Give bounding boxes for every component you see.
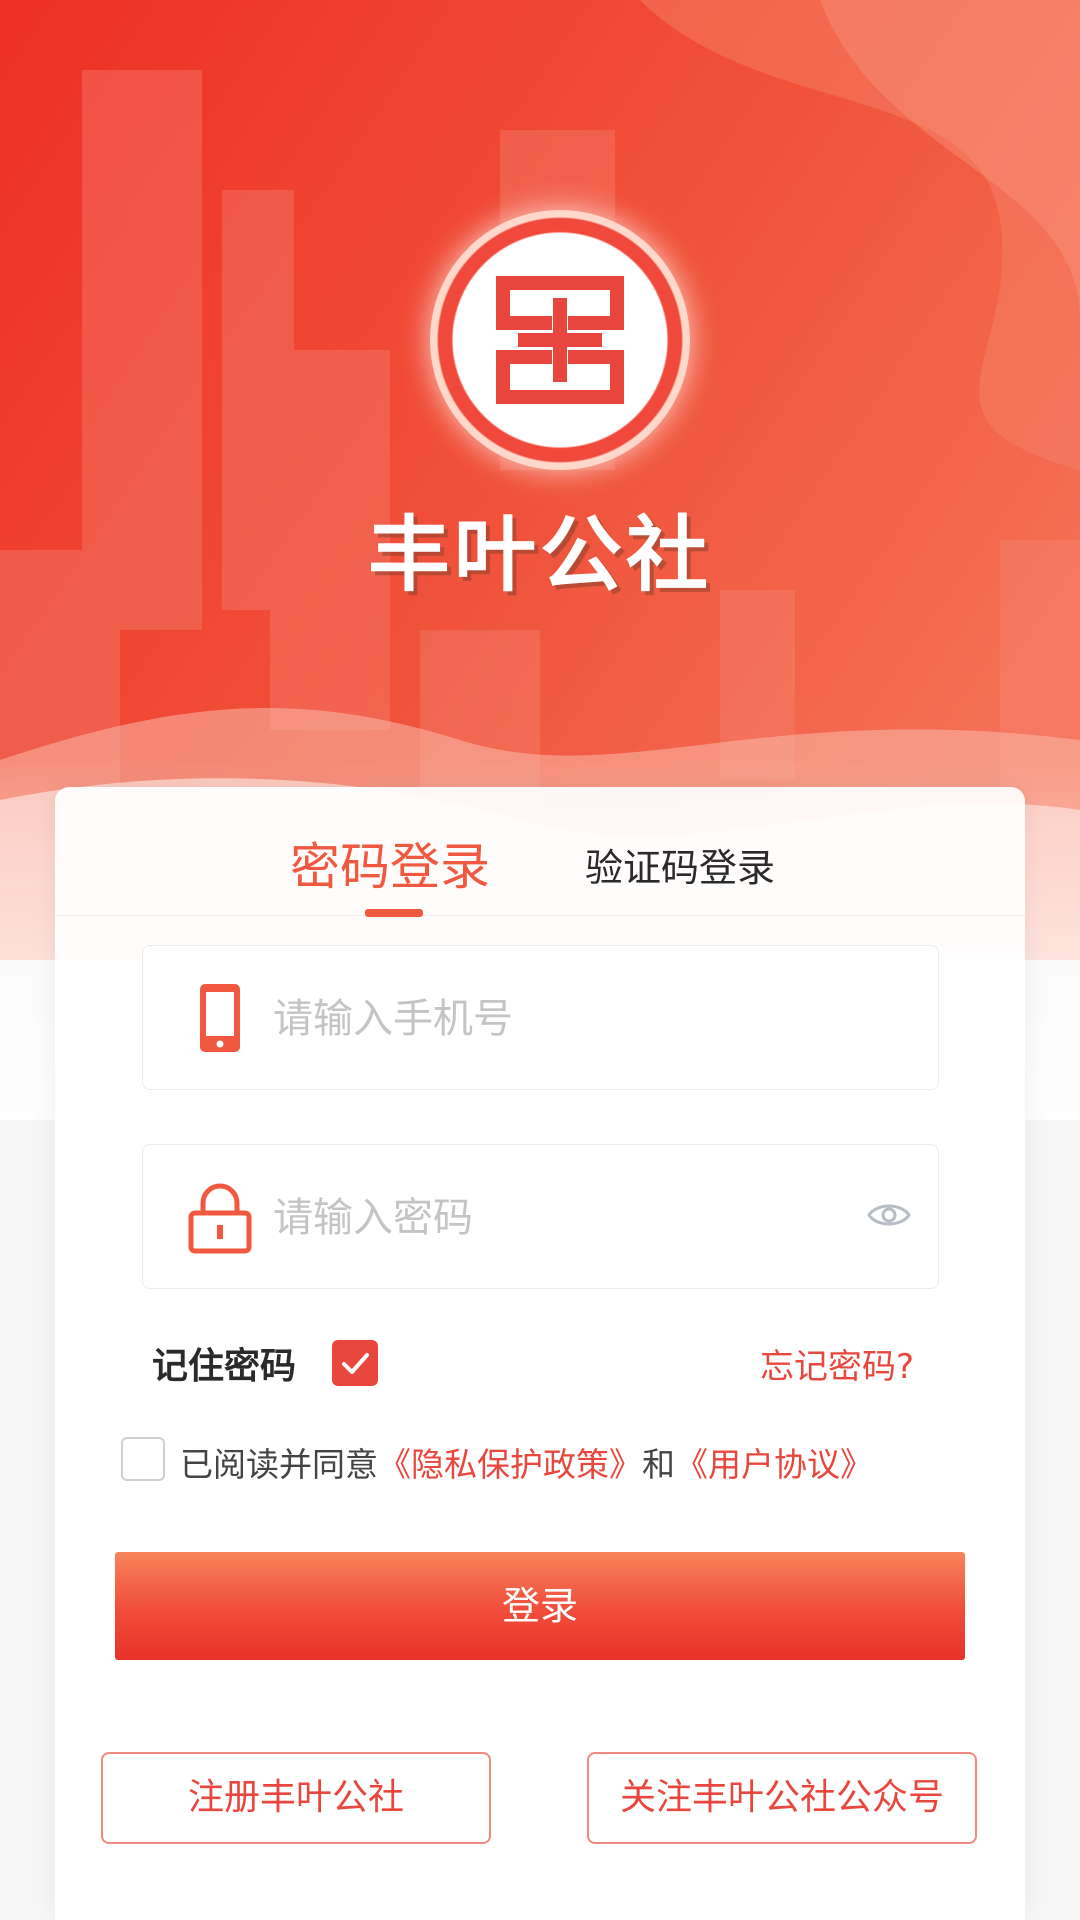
forgot-password-link[interactable]: 忘记密码? <box>760 1339 914 1388</box>
user-agreement-link[interactable]: 《用户协议》 <box>675 1445 873 1484</box>
privacy-policy-link[interactable]: 《隐私保护政策》 <box>378 1445 642 1484</box>
remember-password-checkbox[interactable] <box>332 1340 378 1386</box>
agreement-prefix: 已阅读并同意 <box>180 1445 378 1484</box>
mobile-phone-icon <box>200 984 240 1052</box>
agreement-text: 已阅读并同意《隐私保护政策》和《用户协议》 <box>180 1438 873 1486</box>
password-input[interactable] <box>271 1185 835 1251</box>
password-field <box>142 1144 939 1289</box>
bank-logo-icon <box>496 276 624 404</box>
follow-official-account-button[interactable]: 关注丰叶公社公众号 <box>587 1752 977 1844</box>
agreement-checkbox[interactable] <box>121 1437 165 1481</box>
agreement-conjunction: 和 <box>642 1445 675 1484</box>
login-button[interactable]: 登录 <box>115 1552 965 1660</box>
phone-input[interactable] <box>271 986 835 1052</box>
phone-field <box>142 945 939 1090</box>
tab-sms-login[interactable]: 验证码登录 <box>585 837 775 892</box>
remember-password-label: 记住密码 <box>152 1346 297 1387</box>
register-button[interactable]: 注册丰叶公社 <box>101 1752 491 1844</box>
eye-icon[interactable] <box>867 1195 911 1235</box>
login-tabs: 密码登录 验证码登录 <box>55 787 1025 917</box>
login-card: 密码登录 验证码登录 记住密码 忘记密码? 已阅读并同意《隐私保护政策》和《用 <box>55 787 1025 1920</box>
active-tab-indicator <box>365 909 423 917</box>
app-logo <box>430 210 690 470</box>
checkmark-icon <box>342 1353 369 1374</box>
tab-password-login[interactable]: 密码登录 <box>290 827 490 899</box>
lock-icon <box>188 1183 252 1254</box>
app-title: 丰叶公社 <box>367 508 712 603</box>
